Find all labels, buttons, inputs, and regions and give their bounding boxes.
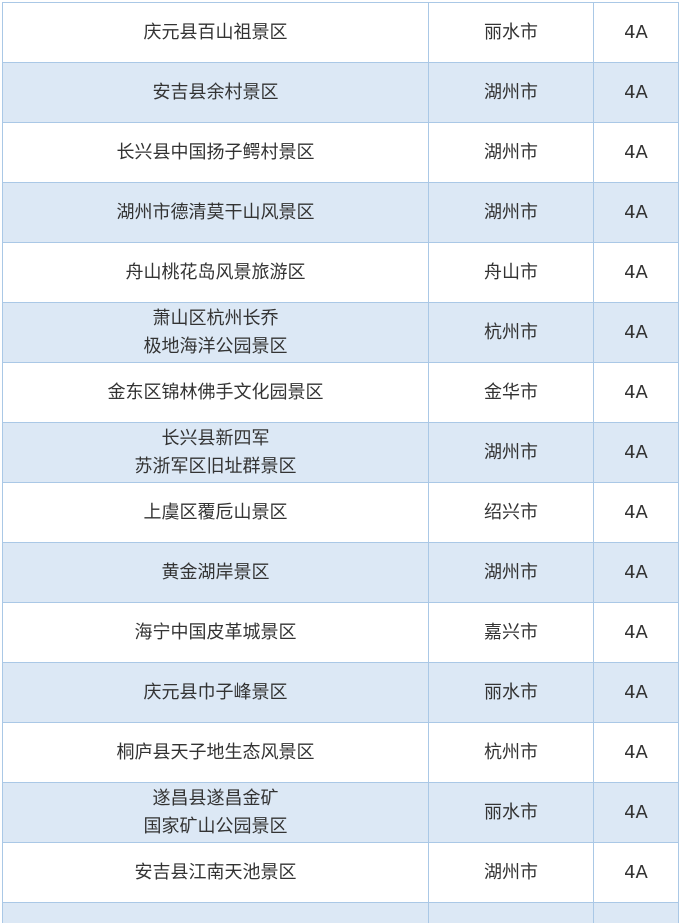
scenic-area-name-cell: 长兴县新四军苏浙军区旧址群景区 [2, 422, 429, 483]
table-row: 桐庐县天子地生态风景区 杭州市 4A [2, 722, 679, 783]
city-cell: 湖州市 [428, 182, 594, 243]
city-cell: 丽水市 [428, 662, 594, 723]
rating-level-cell: 4A [593, 422, 679, 483]
scenic-area-name: 长兴县中国扬子鳄村景区 [116, 141, 315, 163]
city-cell: 杭州市 [428, 722, 594, 783]
scenic-area-name: 长兴县新四军 [161, 427, 270, 449]
city-cell: 丽水市 [428, 782, 594, 843]
rating-level-cell: 4A [593, 482, 679, 543]
rating-level-cell: 4A [593, 842, 679, 903]
table-row: 湖州市德清莫干山风景区 湖州市 4A [2, 182, 679, 243]
scenic-area-name: 苏浙军区旧址群景区 [134, 455, 297, 477]
scenic-area-name-cell: 金东区锦林佛手文化园景区 [2, 362, 429, 423]
table-row: 安吉县江南天池景区 湖州市 4A [2, 842, 679, 903]
scenic-area-name-cell: 桐庐县天子地生态风景区 [2, 722, 429, 783]
table-row: 海宁中国皮革城景区 嘉兴市 4A [2, 602, 679, 663]
city-cell: 湖州市 [428, 842, 594, 903]
scenic-area-name-cell: 萧山区杭州长乔 极地海洋公园景区 [2, 302, 429, 363]
city-cell [428, 902, 594, 923]
scenic-area-name: 安吉县江南天池景区 [134, 861, 297, 883]
scenic-area-name: 国家矿山公园景区 [143, 815, 288, 837]
scenic-area-name-cell: 庆元县百山祖景区 [2, 2, 429, 63]
table-body: 庆元县百山祖景区 丽水市 4A 安吉县余村景区 湖州市 4A 长兴县中国扬子鳄村景区 湖州市 4… [2, 2, 679, 923]
rating-level-cell: 4A [593, 722, 679, 783]
city-cell: 湖州市 [428, 542, 594, 603]
scenic-area-name-cell: 上虞区覆卮山景区 [2, 482, 429, 543]
scenic-area-name: 萧山区杭州长乔 [152, 307, 279, 329]
rating-level-cell: 4A [593, 542, 679, 603]
scenic-area-name-cell: 遂昌县遂昌金矿 国家矿山公园景区 [2, 782, 429, 843]
scenic-area-name: 安吉县余村景区 [152, 81, 279, 103]
city-cell: 湖州市 [428, 422, 594, 483]
scenic-area-name: 海宁中国皮革城景区 [134, 621, 297, 643]
table-row: 金东区锦林佛手文化园景区 金华市 4A [2, 362, 679, 423]
scenic-area-name: 极地海洋公园景区 [143, 335, 288, 357]
scenic-area-table-container: 庆元县百山祖景区 丽水市 4A 安吉县余村景区 湖州市 4A 长兴县中国扬子鳄村景区 湖州市 4… [0, 0, 683, 923]
scenic-area-name-cell: 安吉县余村景区 [2, 62, 429, 123]
table-row: 庆元县巾子峰景区 丽水市 4A [2, 662, 679, 723]
scenic-area-name-cell: 黄金湖岸景区 [2, 542, 429, 603]
city-cell: 湖州市 [428, 62, 594, 123]
scenic-area-name-cell: 庆元县巾子峰景区 [2, 662, 429, 723]
scenic-area-name: 上虞区覆卮山景区 [143, 501, 288, 523]
scenic-area-name-cell: 舟山桃花岛风景旅游区 [2, 242, 429, 303]
table-row: 长兴县中国扬子鳄村景区 湖州市 4A [2, 122, 679, 183]
city-cell: 金华市 [428, 362, 594, 423]
scenic-area-name: 黄金湖岸景区 [161, 561, 270, 583]
table-row: 长兴县新四军 苏浙军区旧址群景区 湖州市 4A [2, 422, 679, 483]
city-cell: 湖州市 [428, 122, 594, 183]
city-cell: 杭州市 [428, 302, 594, 363]
table-row: 黄金湖岸景区 湖州市 4A [2, 542, 679, 603]
rating-level-cell: 4A [593, 662, 679, 723]
scenic-area-name: 舟山桃花岛风景旅游区 [125, 261, 306, 283]
scenic-area-name-cell: 海宁中国皮革城景区 [2, 602, 429, 663]
city-cell: 舟山市 [428, 242, 594, 303]
table-row: 上虞区覆卮山景区 绍兴市 4A [2, 482, 679, 543]
rating-level-cell: 4A [593, 782, 679, 843]
scenic-area-name-cell [2, 902, 429, 923]
scenic-area-name: 金东区锦林佛手文化园景区 [107, 381, 324, 403]
scenic-area-name: 桐庐县天子地生态风景区 [116, 741, 315, 763]
table-row: 舟山桃花岛风景旅游区 舟山市 4A [2, 242, 679, 303]
scenic-area-name: 遂昌县遂昌金矿 [152, 787, 279, 809]
scenic-area-name: 庆元县百山祖景区 [143, 21, 288, 43]
scenic-area-name: 湖州市德清莫干山风景区 [116, 201, 315, 223]
table-row: 遂昌县遂昌金矿 国家矿山公园景区 丽水市 4A [2, 782, 679, 843]
city-cell: 嘉兴市 [428, 602, 594, 663]
rating-level-cell: 4A [593, 2, 679, 63]
scenic-area-name-cell: 湖州市德清莫干山风景区 [2, 182, 429, 243]
scenic-area-name-cell: 长兴县中国扬子鳄村景区 [2, 122, 429, 183]
table-row: 萧山区杭州长乔 极地海洋公园景区 杭州市 4A [2, 302, 679, 363]
table-row: 庆元县百山祖景区 丽水市 4A [2, 2, 679, 63]
table-row [2, 902, 679, 923]
rating-level-cell [593, 902, 679, 923]
scenic-area-name: 庆元县巾子峰景区 [143, 681, 288, 703]
rating-level-cell: 4A [593, 602, 679, 663]
rating-level-cell: 4A [593, 62, 679, 123]
scenic-area-table: 庆元县百山祖景区 丽水市 4A 安吉县余村景区 湖州市 4A 长兴县中国扬子鳄村景区 湖州市 4… [2, 2, 679, 923]
rating-level-cell: 4A [593, 182, 679, 243]
rating-level-cell: 4A [593, 122, 679, 183]
table-row: 安吉县余村景区 湖州市 4A [2, 62, 679, 123]
scenic-area-name-cell: 安吉县江南天池景区 [2, 842, 429, 903]
rating-level-cell: 4A [593, 302, 679, 363]
rating-level-cell: 4A [593, 242, 679, 303]
rating-level-cell: 4A [593, 362, 679, 423]
city-cell: 丽水市 [428, 2, 594, 63]
city-cell: 绍兴市 [428, 482, 594, 543]
